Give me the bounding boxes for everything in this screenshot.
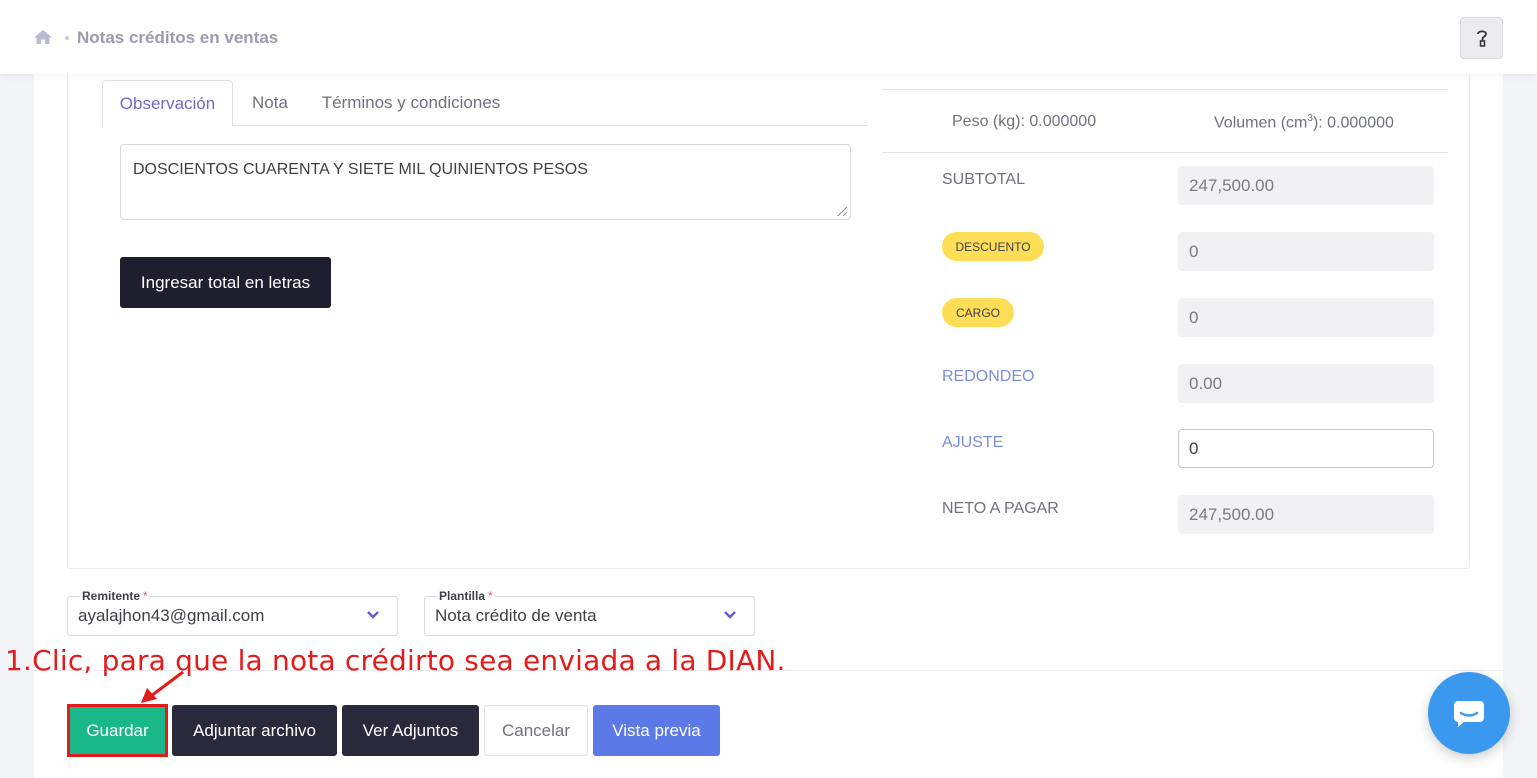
chat-button[interactable] <box>1428 672 1510 754</box>
descuento-field: 0 <box>1178 232 1434 271</box>
subtotal-label: SUBTOTAL <box>942 171 1025 188</box>
divider <box>882 89 1448 90</box>
descuento-badge[interactable]: DESCUENTO <box>942 232 1044 261</box>
annotation-arrow-icon <box>141 670 184 703</box>
instruction-annotation: 1.Clic, para que la nota crédirto sea en… <box>5 644 786 677</box>
cargo-field: 0 <box>1178 298 1434 337</box>
ajuste-link[interactable]: AJUSTE <box>942 434 1003 452</box>
peso-readout: Peso (kg): 0.000000 <box>952 113 1097 130</box>
view-attachments-button[interactable]: Ver Adjuntos <box>342 705 479 756</box>
question-key-icon <box>1476 30 1487 47</box>
neto-field: 247,500.00 <box>1178 495 1434 534</box>
page-title: Notas créditos en ventas <box>77 28 279 47</box>
chat-icon <box>1454 701 1484 727</box>
observacion-textarea[interactable]: DOSCIENTOS CUARENTA Y SIETE MIL QUINIENT… <box>120 144 851 220</box>
resize-grip-icon[interactable] <box>836 205 848 217</box>
preview-button[interactable]: Vista previa <box>593 705 720 756</box>
tab-observacion[interactable]: Observación <box>102 80 233 127</box>
cargo-badge[interactable]: CARGO <box>942 298 1014 327</box>
ajuste-input[interactable]: 0 <box>1178 429 1434 468</box>
top-bar: Notas créditos en ventas <box>0 0 1537 74</box>
total-en-letras-button[interactable]: Ingresar total en letras <box>120 257 331 308</box>
home-icon[interactable] <box>33 29 53 45</box>
remitente-label: Remitente * <box>80 589 150 603</box>
subtotal-field: 247,500.00 <box>1178 166 1434 205</box>
divider <box>882 152 1448 153</box>
volumen-readout: Volumen (cm3): 0.000000 <box>1214 113 1394 132</box>
plantilla-label: Plantilla * <box>437 589 495 603</box>
attach-file-button[interactable]: Adjuntar archivo <box>172 705 337 756</box>
notes-tabs: Observación Nota Términos y condiciones <box>102 80 868 127</box>
chevron-down-icon[interactable] <box>365 607 381 623</box>
breadcrumb-separator <box>65 36 69 40</box>
redondeo-field: 0.00 <box>1178 364 1434 403</box>
tab-nota[interactable]: Nota <box>240 80 300 126</box>
highlight-box <box>67 704 168 757</box>
tab-terminos[interactable]: Términos y condiciones <box>316 80 506 126</box>
chevron-down-icon[interactable] <box>722 607 738 623</box>
neto-label: NETO A PAGAR <box>942 500 1059 517</box>
help-button[interactable] <box>1460 17 1503 59</box>
cancel-button[interactable]: Cancelar <box>484 705 588 756</box>
redondeo-link[interactable]: REDONDEO <box>942 368 1034 386</box>
